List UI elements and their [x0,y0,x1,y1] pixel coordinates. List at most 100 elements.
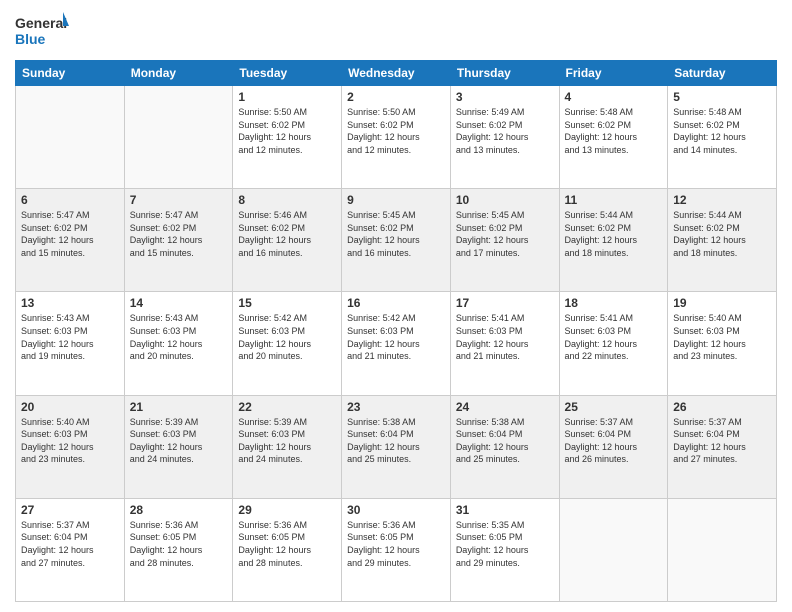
day-number: 4 [565,90,663,104]
calendar-cell: 30 Sunrise: 5:36 AM Sunset: 6:05 PM Dayli… [342,498,451,601]
calendar-cell: 3 Sunrise: 5:49 AM Sunset: 6:02 PM Daylig… [450,86,559,189]
day-info: Sunrise: 5:47 AM Sunset: 6:02 PM Dayligh… [21,209,119,259]
calendar-table: SundayMondayTuesdayWednesdayThursdayFrid… [15,60,777,602]
day-info: Sunrise: 5:50 AM Sunset: 6:02 PM Dayligh… [347,106,445,156]
calendar-cell [668,498,777,601]
day-number: 21 [130,400,228,414]
logo-svg: General Blue [15,10,70,52]
day-info: Sunrise: 5:41 AM Sunset: 6:03 PM Dayligh… [456,312,554,362]
page: General Blue SundayMondayTuesdayWednesda… [0,0,792,612]
day-number: 11 [565,193,663,207]
calendar-cell: 8 Sunrise: 5:46 AM Sunset: 6:02 PM Daylig… [233,189,342,292]
day-info: Sunrise: 5:43 AM Sunset: 6:03 PM Dayligh… [130,312,228,362]
calendar-cell: 13 Sunrise: 5:43 AM Sunset: 6:03 PM Dayli… [16,292,125,395]
day-number: 20 [21,400,119,414]
day-info: Sunrise: 5:35 AM Sunset: 6:05 PM Dayligh… [456,519,554,569]
calendar-cell: 10 Sunrise: 5:45 AM Sunset: 6:02 PM Dayli… [450,189,559,292]
calendar-header-row: SundayMondayTuesdayWednesdayThursdayFrid… [16,61,777,86]
day-info: Sunrise: 5:49 AM Sunset: 6:02 PM Dayligh… [456,106,554,156]
calendar-cell: 9 Sunrise: 5:45 AM Sunset: 6:02 PM Daylig… [342,189,451,292]
day-number: 1 [238,90,336,104]
calendar-week-row: 1 Sunrise: 5:50 AM Sunset: 6:02 PM Daylig… [16,86,777,189]
day-info: Sunrise: 5:38 AM Sunset: 6:04 PM Dayligh… [347,416,445,466]
calendar-header-wednesday: Wednesday [342,61,451,86]
day-info: Sunrise: 5:43 AM Sunset: 6:03 PM Dayligh… [21,312,119,362]
calendar-cell: 26 Sunrise: 5:37 AM Sunset: 6:04 PM Dayli… [668,395,777,498]
day-number: 29 [238,503,336,517]
calendar-cell: 15 Sunrise: 5:42 AM Sunset: 6:03 PM Dayli… [233,292,342,395]
day-info: Sunrise: 5:37 AM Sunset: 6:04 PM Dayligh… [565,416,663,466]
calendar-cell: 17 Sunrise: 5:41 AM Sunset: 6:03 PM Dayli… [450,292,559,395]
day-number: 30 [347,503,445,517]
day-number: 28 [130,503,228,517]
day-info: Sunrise: 5:36 AM Sunset: 6:05 PM Dayligh… [347,519,445,569]
header: General Blue [15,10,777,52]
calendar-cell: 16 Sunrise: 5:42 AM Sunset: 6:03 PM Dayli… [342,292,451,395]
day-number: 16 [347,296,445,310]
day-info: Sunrise: 5:50 AM Sunset: 6:02 PM Dayligh… [238,106,336,156]
day-number: 23 [347,400,445,414]
day-number: 26 [673,400,771,414]
day-info: Sunrise: 5:39 AM Sunset: 6:03 PM Dayligh… [130,416,228,466]
calendar-cell [124,86,233,189]
calendar-cell: 2Sunrise: 5:50 AM Sunset: 6:02 PM Daylig… [342,86,451,189]
day-info: Sunrise: 5:48 AM Sunset: 6:02 PM Dayligh… [565,106,663,156]
calendar-cell: 4 Sunrise: 5:48 AM Sunset: 6:02 PM Daylig… [559,86,668,189]
day-number: 24 [456,400,554,414]
svg-text:General: General [15,15,67,31]
day-info: Sunrise: 5:41 AM Sunset: 6:03 PM Dayligh… [565,312,663,362]
day-info: Sunrise: 5:42 AM Sunset: 6:03 PM Dayligh… [347,312,445,362]
day-info: Sunrise: 5:44 AM Sunset: 6:02 PM Dayligh… [673,209,771,259]
day-number: 9 [347,193,445,207]
day-info: Sunrise: 5:37 AM Sunset: 6:04 PM Dayligh… [21,519,119,569]
day-info: Sunrise: 5:47 AM Sunset: 6:02 PM Dayligh… [130,209,228,259]
calendar-cell: 21 Sunrise: 5:39 AM Sunset: 6:03 PM Dayli… [124,395,233,498]
day-info: Sunrise: 5:46 AM Sunset: 6:02 PM Dayligh… [238,209,336,259]
calendar-cell: 14 Sunrise: 5:43 AM Sunset: 6:03 PM Dayli… [124,292,233,395]
day-number: 19 [673,296,771,310]
day-number: 3 [456,90,554,104]
calendar-cell: 1 Sunrise: 5:50 AM Sunset: 6:02 PM Daylig… [233,86,342,189]
calendar-week-row: 20 Sunrise: 5:40 AM Sunset: 6:03 PM Dayli… [16,395,777,498]
calendar-cell: 23 Sunrise: 5:38 AM Sunset: 6:04 PM Dayli… [342,395,451,498]
day-number: 15 [238,296,336,310]
day-info: Sunrise: 5:36 AM Sunset: 6:05 PM Dayligh… [130,519,228,569]
day-info: Sunrise: 5:40 AM Sunset: 6:03 PM Dayligh… [21,416,119,466]
calendar-header-monday: Monday [124,61,233,86]
calendar-cell: 11Sunrise: 5:44 AM Sunset: 6:02 PM Dayli… [559,189,668,292]
day-number: 5 [673,90,771,104]
calendar-cell: 6 Sunrise: 5:47 AM Sunset: 6:02 PM Daylig… [16,189,125,292]
calendar-cell: 5 Sunrise: 5:48 AM Sunset: 6:02 PM Daylig… [668,86,777,189]
calendar-cell: 31Sunrise: 5:35 AM Sunset: 6:05 PM Dayli… [450,498,559,601]
day-number: 12 [673,193,771,207]
calendar-body: 1 Sunrise: 5:50 AM Sunset: 6:02 PM Daylig… [16,86,777,602]
day-number: 14 [130,296,228,310]
day-number: 25 [565,400,663,414]
calendar-cell: 29Sunrise: 5:36 AM Sunset: 6:05 PM Dayli… [233,498,342,601]
calendar-week-row: 6 Sunrise: 5:47 AM Sunset: 6:02 PM Daylig… [16,189,777,292]
day-info: Sunrise: 5:45 AM Sunset: 6:02 PM Dayligh… [347,209,445,259]
calendar-cell: 25 Sunrise: 5:37 AM Sunset: 6:04 PM Dayli… [559,395,668,498]
day-info: Sunrise: 5:42 AM Sunset: 6:03 PM Dayligh… [238,312,336,362]
calendar-header-saturday: Saturday [668,61,777,86]
calendar-header-friday: Friday [559,61,668,86]
day-number: 10 [456,193,554,207]
day-info: Sunrise: 5:48 AM Sunset: 6:02 PM Dayligh… [673,106,771,156]
calendar-cell: 18Sunrise: 5:41 AM Sunset: 6:03 PM Dayli… [559,292,668,395]
calendar-header-sunday: Sunday [16,61,125,86]
day-number: 6 [21,193,119,207]
day-number: 27 [21,503,119,517]
day-number: 22 [238,400,336,414]
day-info: Sunrise: 5:45 AM Sunset: 6:02 PM Dayligh… [456,209,554,259]
day-number: 7 [130,193,228,207]
day-info: Sunrise: 5:39 AM Sunset: 6:03 PM Dayligh… [238,416,336,466]
day-info: Sunrise: 5:37 AM Sunset: 6:04 PM Dayligh… [673,416,771,466]
logo: General Blue [15,10,70,52]
day-number: 17 [456,296,554,310]
calendar-cell: 28 Sunrise: 5:36 AM Sunset: 6:05 PM Dayli… [124,498,233,601]
calendar-cell: 27 Sunrise: 5:37 AM Sunset: 6:04 PM Dayli… [16,498,125,601]
day-number: 13 [21,296,119,310]
calendar-week-row: 13 Sunrise: 5:43 AM Sunset: 6:03 PM Dayli… [16,292,777,395]
calendar-header-tuesday: Tuesday [233,61,342,86]
day-number: 8 [238,193,336,207]
